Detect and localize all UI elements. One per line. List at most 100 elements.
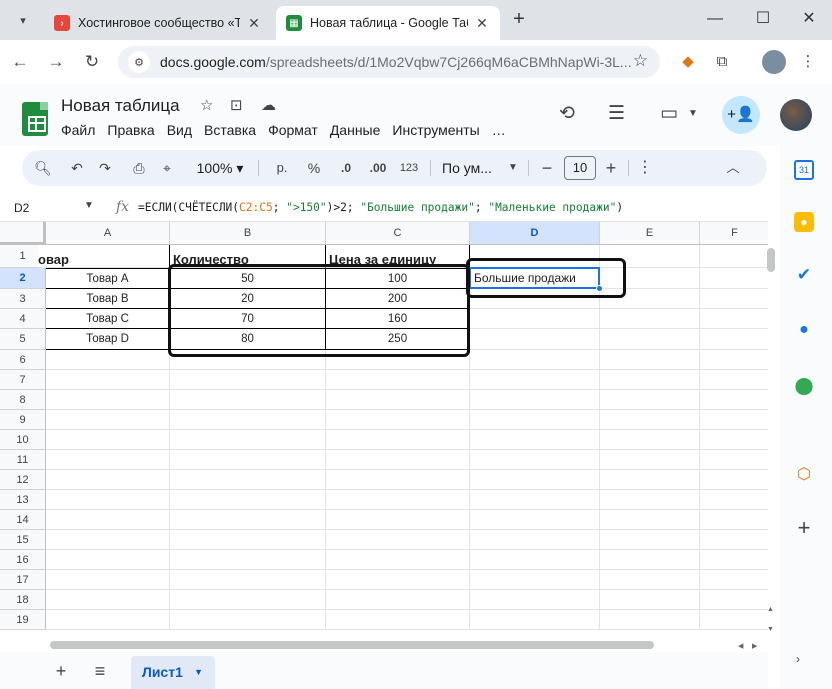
grid-cell[interactable] [46, 370, 170, 390]
grid-cell[interactable] [700, 510, 768, 530]
grid-cell[interactable] [700, 268, 768, 289]
grid-cell[interactable] [700, 490, 768, 510]
grid-cell[interactable] [700, 610, 768, 630]
grid-cell[interactable] [470, 350, 600, 370]
font-select[interactable]: По ум... [442, 150, 502, 186]
grid-cell[interactable] [470, 490, 600, 510]
row-header[interactable]: 15 [0, 530, 46, 550]
grid-cell[interactable] [600, 550, 700, 570]
product-name-cell[interactable]: Товар D [46, 329, 170, 350]
grid-cell[interactable] [326, 590, 470, 610]
office-addon-icon[interactable]: ⬡ [794, 465, 814, 485]
sheets-logo-icon[interactable] [22, 102, 48, 136]
spreadsheet-grid[interactable]: A B C D E F 1 2 3 4 5 6 7 8 9 10 11 12 13 14 15 16 17 18 19 овар К… [0, 222, 768, 640]
search-menus-icon[interactable]: 🔍︎ [32, 150, 54, 186]
grid-cell[interactable] [170, 570, 326, 590]
grid-cell[interactable] [170, 450, 326, 470]
grid-cell[interactable] [700, 289, 768, 309]
horizontal-scroll-thumb[interactable] [50, 641, 654, 649]
row-header[interactable]: 5 [0, 329, 46, 350]
font-size-increase-button[interactable]: + [602, 150, 620, 186]
browser-tab-timeweb[interactable]: › Хостинговое сообщество «Tim ✕ [44, 6, 272, 40]
font-dropdown-icon[interactable]: ▼ [506, 150, 520, 186]
grid-cell[interactable] [470, 470, 600, 490]
product-name-cell[interactable]: Товар B [46, 289, 170, 309]
star-icon[interactable]: ☆ [200, 96, 213, 114]
window-close-icon[interactable]: ✕ [794, 8, 824, 30]
grid-cell[interactable] [470, 530, 600, 550]
grid-cell[interactable] [326, 610, 470, 630]
add-sheet-icon[interactable]: + [50, 660, 72, 682]
number-format-button[interactable]: 123 [396, 150, 422, 186]
column-header[interactable]: C [326, 222, 470, 245]
cloud-status-icon[interactable]: ☁ [261, 96, 276, 114]
percent-format-button[interactable]: % [304, 150, 324, 186]
grid-cell[interactable] [600, 590, 700, 610]
grid-cell[interactable] [700, 350, 768, 370]
formula-input[interactable]: =ЕСЛИ(СЧЁТЕСЛИ(C2:C5; ">150")>2; "Больши… [138, 201, 623, 214]
row-header[interactable]: 14 [0, 510, 46, 530]
grid-cell[interactable] [170, 610, 326, 630]
grid-cell[interactable] [170, 510, 326, 530]
row-header[interactable]: 19 [0, 610, 46, 630]
forward-arrow-icon[interactable]: → [44, 50, 68, 74]
back-arrow-icon[interactable]: ← [8, 50, 32, 74]
row-header[interactable]: 12 [0, 470, 46, 490]
grid-cell[interactable] [170, 470, 326, 490]
grid-cell[interactable] [470, 430, 600, 450]
site-info-icon[interactable]: ⚙ [128, 51, 150, 73]
grid-cell[interactable] [600, 350, 700, 370]
comments-icon[interactable]: ☰ [608, 102, 625, 125]
grid-cell[interactable] [470, 450, 600, 470]
menu-edit[interactable]: Правка [107, 122, 154, 138]
minimize-icon[interactable]: — [700, 8, 730, 30]
browser-tab-sheets[interactable]: ▦ Новая таблица - Google Табли ✕ [276, 6, 500, 40]
paint-format-icon[interactable]: ⌖ [156, 150, 178, 186]
new-tab-icon[interactable]: + [508, 8, 530, 30]
grid-cell[interactable] [46, 350, 170, 370]
grid-cell[interactable] [600, 490, 700, 510]
menu-tools[interactable]: Инструменты [392, 122, 479, 138]
grid-cell[interactable] [170, 590, 326, 610]
product-name-cell[interactable]: Товар A [46, 268, 170, 289]
grid-cell[interactable] [46, 490, 170, 510]
grid-cell[interactable] [46, 590, 170, 610]
tab-search-icon[interactable]: ▾ [12, 9, 34, 31]
grid-cell[interactable] [470, 610, 600, 630]
header-cell-product[interactable]: овар [38, 245, 170, 268]
grid-cell[interactable] [700, 410, 768, 430]
currency-format-button[interactable]: р. [272, 150, 292, 186]
browser-menu-icon[interactable]: ⋮ [796, 50, 820, 74]
grid-cell[interactable] [326, 570, 470, 590]
sheet-tab-active[interactable]: Лист1 ▼ [131, 656, 215, 689]
grid-cell[interactable] [600, 610, 700, 630]
document-title[interactable]: Новая таблица [61, 96, 180, 116]
column-header[interactable]: D [470, 222, 600, 245]
grid-cell[interactable] [46, 610, 170, 630]
grid-cell[interactable] [700, 470, 768, 490]
grid-cell[interactable] [700, 570, 768, 590]
row-header[interactable]: 10 [0, 430, 46, 450]
grid-cell[interactable] [700, 550, 768, 570]
grid-cell[interactable] [170, 550, 326, 570]
grid-cell[interactable] [700, 590, 768, 610]
row-header[interactable]: 3 [0, 289, 46, 309]
grid-cell[interactable] [700, 309, 768, 329]
row-header[interactable]: 18 [0, 590, 46, 610]
menu-data[interactable]: Данные [330, 122, 381, 138]
grid-cell[interactable] [170, 370, 326, 390]
redo-icon[interactable]: ↷ [94, 150, 116, 186]
share-add-person-icon[interactable]: +👤 [722, 96, 760, 134]
calendar-icon[interactable]: 31 [794, 160, 814, 180]
grid-cell[interactable] [46, 430, 170, 450]
menu-file[interactable]: Файл [61, 122, 95, 138]
grid-cell[interactable] [46, 450, 170, 470]
collapse-toolbar-icon[interactable]: ︿ [724, 150, 742, 186]
more-options-icon[interactable]: ⋮ [636, 150, 654, 186]
scroll-down-arrow-icon[interactable]: ▼ [767, 626, 774, 633]
grid-cell[interactable] [600, 390, 700, 410]
grid-cell[interactable] [326, 530, 470, 550]
grid-cell[interactable] [46, 390, 170, 410]
grid-cell[interactable] [470, 329, 600, 350]
grid-cell[interactable] [700, 430, 768, 450]
